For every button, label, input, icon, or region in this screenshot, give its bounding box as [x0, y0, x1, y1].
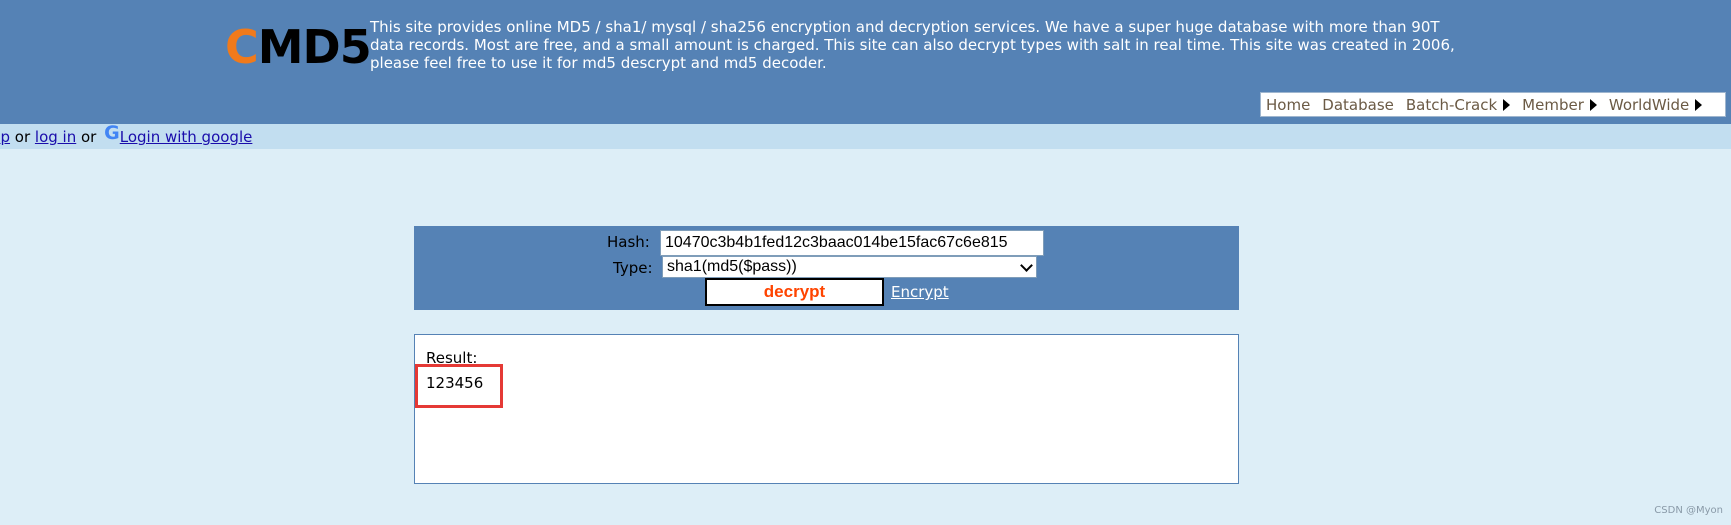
decrypt-form: Hash: 10470c3b4b1fed12c3baac014be15fac67… [414, 226, 1239, 310]
or-text: or [76, 128, 102, 146]
arrow-right-icon [1503, 98, 1511, 111]
nav-database-label: Database [1322, 95, 1394, 114]
result-highlight-box [415, 364, 503, 408]
main-nav: Home Database Batch-Crack Member WorldWi… [1260, 92, 1726, 117]
nav-worldwide[interactable]: WorldWide [1608, 95, 1703, 114]
hash-input[interactable]: 10470c3b4b1fed12c3baac014be15fac67c6e815 [660, 230, 1044, 256]
nav-batch-crack[interactable]: Batch-Crack [1405, 95, 1511, 114]
site-intro: This site provides online MD5 / sha1/ my… [370, 18, 1455, 72]
nav-worldwide-label: WorldWide [1608, 95, 1690, 114]
cmd5-logo[interactable]: CMD5 [225, 20, 372, 74]
google-icon: G [104, 122, 120, 144]
nav-batch-crack-label: Batch-Crack [1405, 95, 1498, 114]
nav-member[interactable]: Member [1522, 96, 1597, 114]
nav-member-label: Member [1522, 95, 1584, 114]
logo-md5: MD5 [257, 20, 372, 74]
nav-database[interactable]: Database [1322, 96, 1394, 114]
nav-home[interactable]: Home [1266, 96, 1310, 114]
chevron-down-icon [1020, 259, 1033, 272]
arrow-right-icon [1695, 98, 1703, 111]
login-bar: up or log in or GLogin with google [0, 122, 1731, 149]
login-link[interactable]: log in [35, 128, 76, 146]
nav-home-label: Home [1266, 95, 1311, 114]
signup-link[interactable]: up [0, 128, 10, 146]
result-panel: Result: 123456 [414, 334, 1239, 484]
type-label: Type: [613, 259, 653, 277]
encrypt-link[interactable]: Encrypt [891, 282, 949, 302]
decrypt-button[interactable]: decrypt [705, 278, 884, 306]
hash-label: Hash: [607, 233, 650, 251]
or-text: or [10, 128, 35, 146]
site-header: CMD5 This site provides online MD5 / sha… [0, 0, 1731, 124]
watermark: CSDN @Myon⁠ [1654, 505, 1723, 516]
type-select-value: sha1(md5($pass)) [667, 258, 797, 275]
type-select[interactable]: sha1(md5($pass)) [662, 256, 1037, 278]
logo-c: C [225, 20, 259, 74]
arrow-right-icon [1589, 98, 1597, 111]
google-login-link[interactable]: Login with google [120, 128, 253, 146]
